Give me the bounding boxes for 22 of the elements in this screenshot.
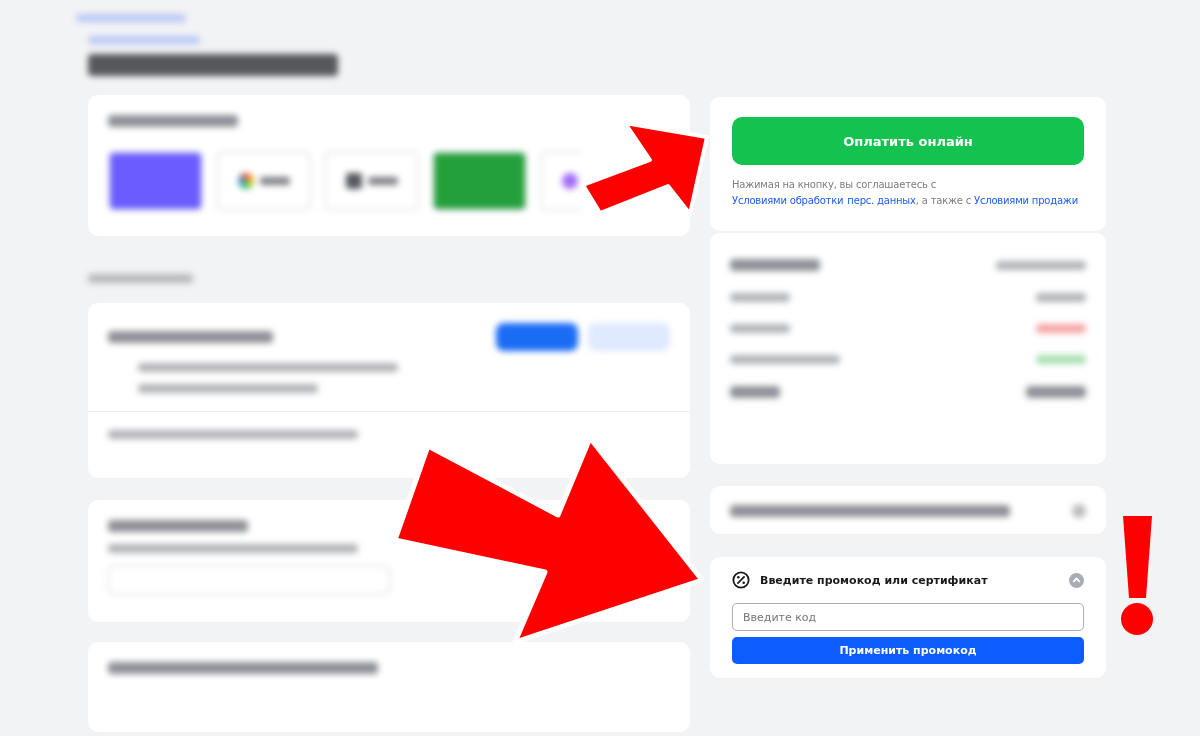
payment-tile[interactable] [432,151,527,211]
percent-icon [732,571,750,589]
promo-title: Введите промокод или сертификат [760,573,988,587]
blurred-text [730,324,790,333]
consent-text: Нажимая на кнопку, вы соглашаетесь с [732,179,937,190]
terms-link[interactable]: Условиями обработки [732,195,844,206]
blurred-text [730,293,790,302]
consent-text: , а также с [915,195,973,206]
apply-promo-button[interactable]: Применить промокод [732,637,1084,664]
terms-link[interactable]: перс. данных [847,195,916,206]
blurred-text [1036,355,1086,364]
terms-link[interactable]: Условиями продажи [974,195,1078,206]
blurred-text [1026,386,1086,398]
promo-code-field[interactable]: Введите код [732,603,1084,631]
blurred-text [730,386,780,398]
exclamation-mark-icon [1121,516,1153,635]
blurred-button[interactable] [496,323,578,351]
blurred-text [1036,324,1086,333]
payment-tile[interactable] [108,151,203,211]
blurred-text [1036,293,1086,302]
chevron-icon[interactable] [1069,572,1084,588]
blurred-icon [1072,504,1086,518]
